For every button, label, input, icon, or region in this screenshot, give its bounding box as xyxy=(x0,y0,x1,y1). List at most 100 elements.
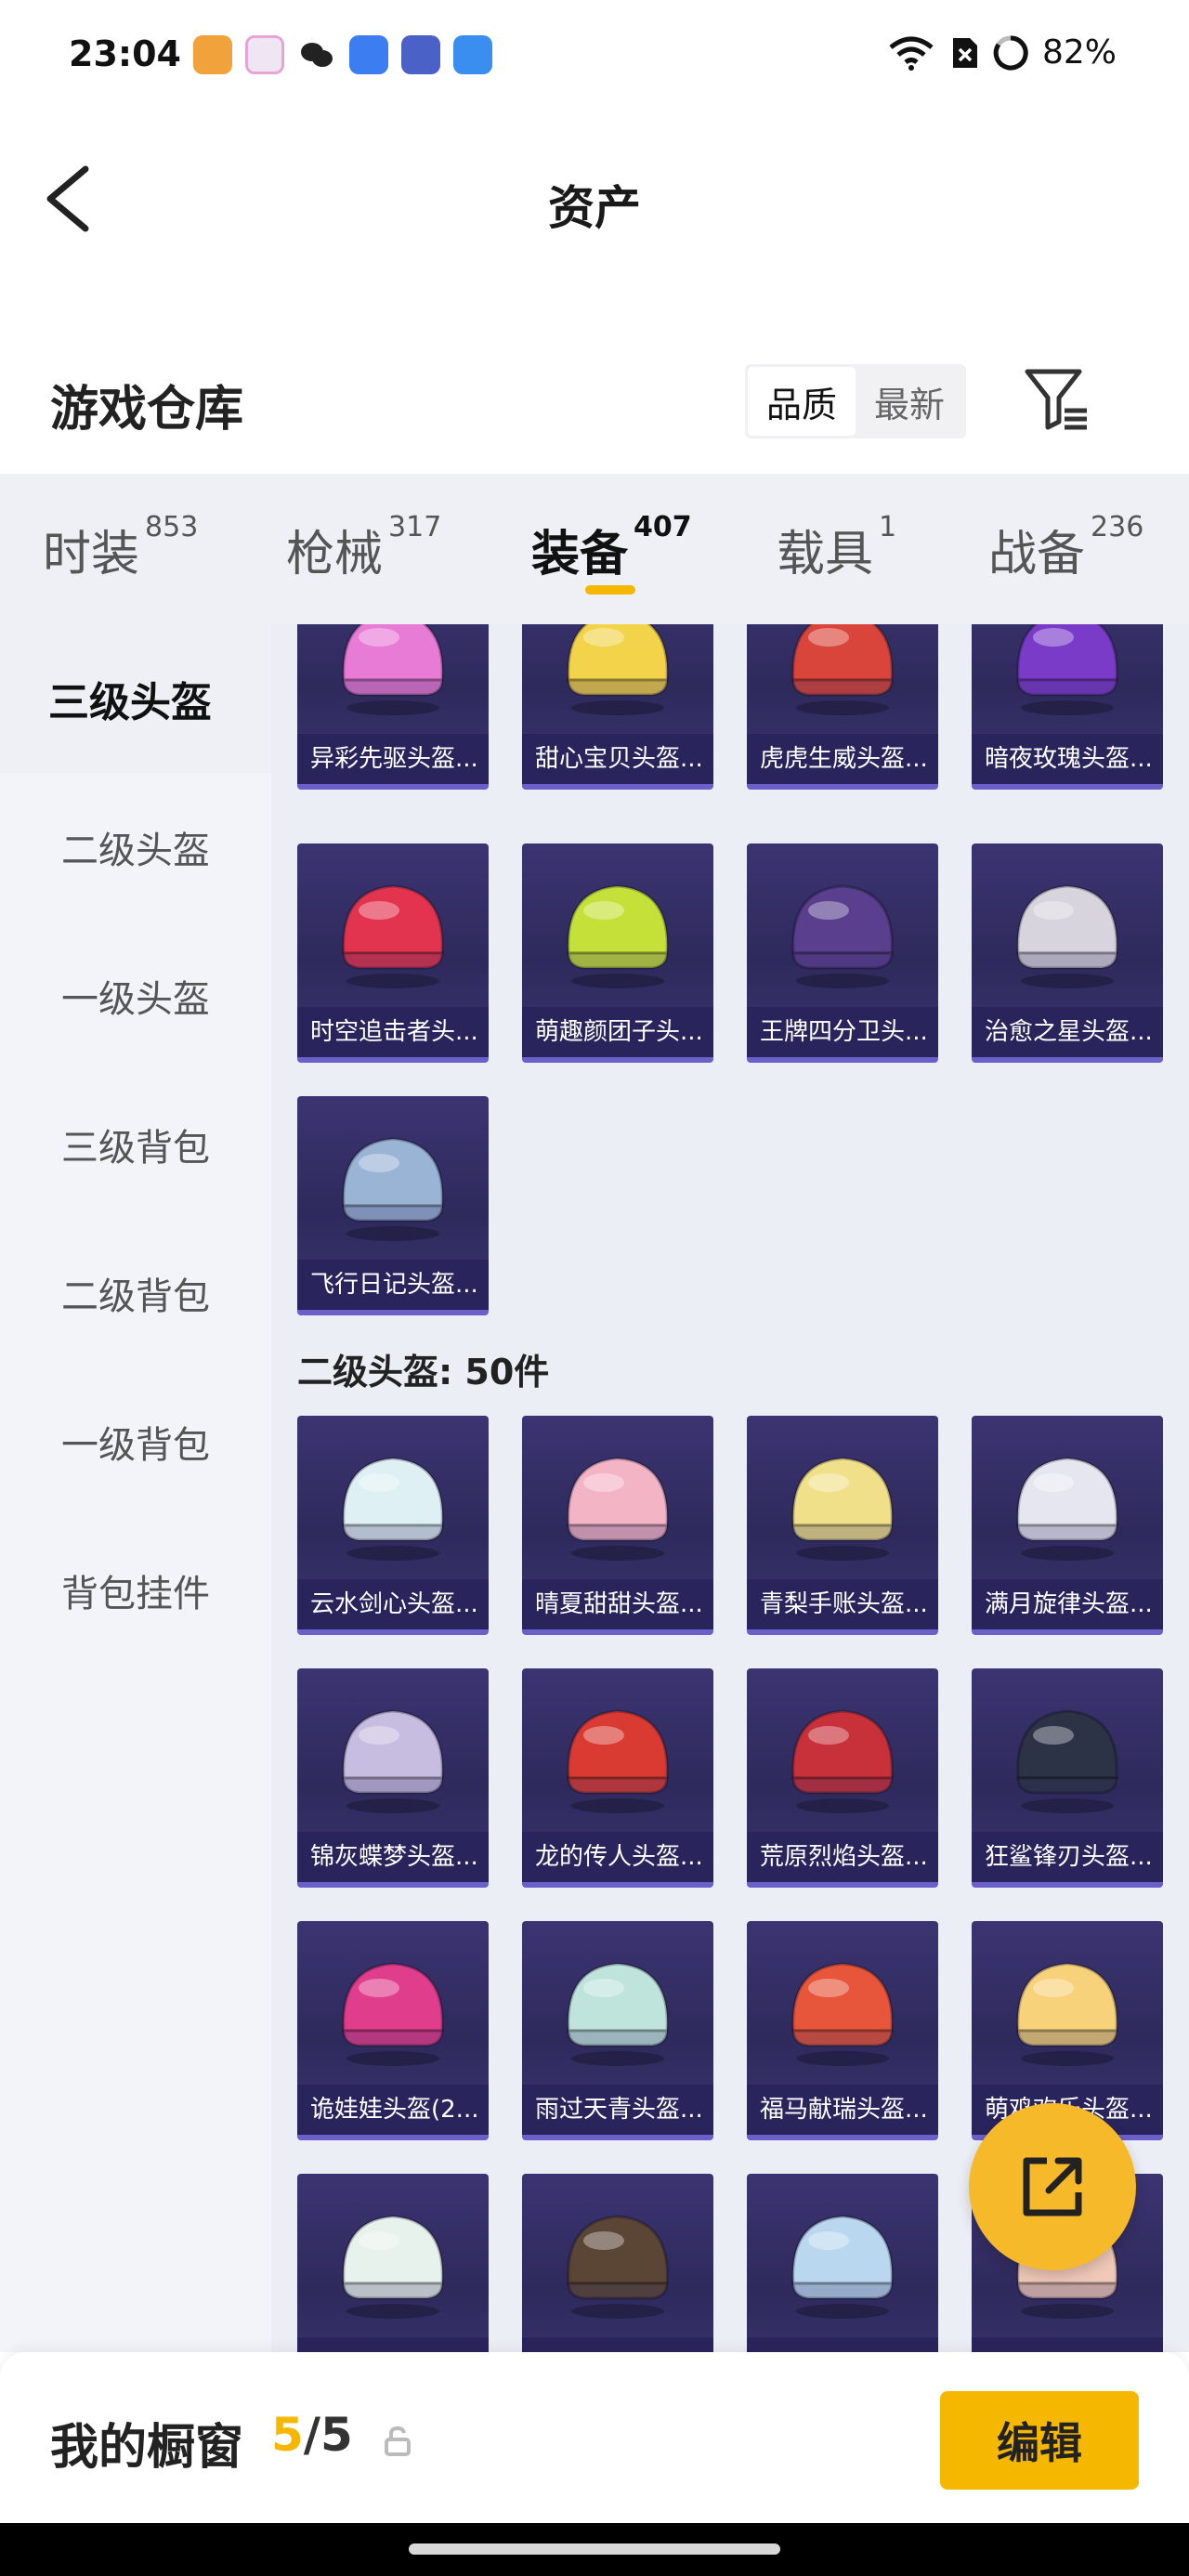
helmet-card[interactable]: 龙的传人头盔... xyxy=(522,1668,713,1888)
helmet-icon xyxy=(791,2215,894,2319)
filter-icon[interactable] xyxy=(1022,364,1092,435)
page-header: 资产 xyxy=(0,111,1189,288)
warehouse-header: 游戏仓库 品质 最新 xyxy=(0,344,1189,474)
helmet-name: 时空追击者头... xyxy=(297,1007,489,1057)
helmet-icon xyxy=(1016,884,1118,988)
helmet-card[interactable]: 治愈之星头盔... xyxy=(972,843,1163,1063)
sort-option-latest[interactable]: 最新 xyxy=(856,367,963,436)
lock-icon[interactable] xyxy=(381,2425,414,2458)
sort-option-quality[interactable]: 品质 xyxy=(748,367,856,436)
helmet-icon xyxy=(342,624,444,715)
tab-equipment[interactable]: 装备 407 xyxy=(531,511,692,584)
showcase-current: 5 xyxy=(271,2408,304,2462)
helmet-card[interactable] xyxy=(747,2174,938,2352)
helmet-card[interactable] xyxy=(297,2174,489,2352)
helmet-name: 锦灰蝶梦头盔... xyxy=(297,1832,489,1882)
sidebar-item-level1-helmet[interactable]: 一级头盔 xyxy=(0,922,271,1070)
helmet-icon xyxy=(567,2215,669,2319)
helmet-icon xyxy=(342,1457,444,1561)
helmet-name: 青梨手账头盔... xyxy=(747,1579,938,1629)
helmet-card[interactable]: 荒原烈焰头盔... xyxy=(747,1668,938,1888)
helmet-icon xyxy=(791,624,894,715)
helmet-name: 晴夏甜甜头盔... xyxy=(522,1579,713,1629)
equipment-subcategory-sidebar: 三级头盔 二级头盔 一级头盔 三级背包 二级背包 一级背包 背包挂件 xyxy=(0,624,271,2352)
helmet-card[interactable]: 飞行日记头盔... xyxy=(297,1096,489,1315)
helmet-card[interactable]: 福马献瑞头盔... xyxy=(747,1921,938,2140)
helmet-icon xyxy=(342,884,444,988)
tab-fashion[interactable]: 时装 853 xyxy=(43,511,198,584)
helmet-name: 雨过天青头盔... xyxy=(522,2085,713,2135)
helmet-icon xyxy=(791,1457,894,1561)
helmet-icon xyxy=(567,1457,669,1561)
wifi-icon xyxy=(889,36,934,71)
helmet-card[interactable]: 甜心宝贝头盔... xyxy=(522,624,713,790)
sidebar-item-level1-backpack[interactable]: 一级背包 xyxy=(0,1367,271,1516)
helmet-card[interactable]: 狂鲨锋刃头盔... xyxy=(972,1668,1163,1888)
helmet-icon xyxy=(1016,624,1118,715)
helmet-icon xyxy=(342,1962,444,2066)
tab-count: 1 xyxy=(879,511,897,543)
helmet-card[interactable]: 萌趣颜团子头... xyxy=(522,843,713,1063)
helmet-icon xyxy=(342,2215,444,2319)
helmet-icon xyxy=(1016,1962,1118,2066)
helmet-card[interactable]: 诡娃娃头盔(2... xyxy=(297,1921,489,2140)
tab-count: 317 xyxy=(388,511,442,543)
tab-supplies[interactable]: 战备 236 xyxy=(988,511,1143,584)
system-nav-bar xyxy=(0,2523,1189,2576)
helmet-icon xyxy=(791,1709,894,1813)
active-tab-indicator xyxy=(585,585,635,595)
helmet-card[interactable]: 晴夏甜甜头盔... xyxy=(522,1416,713,1635)
app-icon-game-2 xyxy=(401,35,440,74)
app-icon-game xyxy=(193,35,232,74)
helmet-icon xyxy=(1016,1457,1118,1561)
sidebar-item-level2-backpack[interactable]: 二级背包 xyxy=(0,1219,271,1367)
helmet-card[interactable]: 满月旋律头盔... xyxy=(972,1416,1163,1635)
sim-off-icon xyxy=(952,37,977,68)
helmet-name xyxy=(297,2337,489,2352)
share-button[interactable] xyxy=(969,2103,1136,2270)
helmet-icon xyxy=(567,624,669,715)
helmet-card[interactable]: 青梨手账头盔... xyxy=(747,1416,938,1635)
helmet-name: 萌趣颜团子头... xyxy=(522,1007,713,1057)
app-icon-game-3 xyxy=(453,35,492,74)
helmet-icon xyxy=(1016,1709,1118,1813)
showcase-bar: 我的橱窗 5/5 编辑 xyxy=(0,2352,1189,2523)
share-icon xyxy=(1023,2157,1082,2216)
home-indicator[interactable] xyxy=(409,2543,780,2555)
helmet-name: 诡娃娃头盔(2... xyxy=(297,2085,489,2135)
helmet-name xyxy=(522,2337,713,2352)
sidebar-item-level3-backpack[interactable]: 三级背包 xyxy=(0,1070,271,1219)
sidebar-item-level2-helmet[interactable]: 二级头盔 xyxy=(0,773,271,922)
helmet-name: 狂鲨锋刃头盔... xyxy=(972,1832,1163,1882)
helmet-card[interactable]: 时空追击者头... xyxy=(297,843,489,1063)
helmet-icon xyxy=(791,1962,894,2066)
helmet-card[interactable] xyxy=(522,2174,713,2352)
sidebar-item-backpack-pendant[interactable]: 背包挂件 xyxy=(0,1516,271,1665)
helmet-card[interactable]: 虎虎生威头盔... xyxy=(747,624,938,790)
helmet-card[interactable]: 云水剑心头盔... xyxy=(297,1416,489,1635)
status-time: 23:04 xyxy=(69,33,181,74)
edit-button[interactable]: 编辑 xyxy=(940,2391,1139,2490)
sidebar-item-level3-helmet[interactable]: 三级头盔 xyxy=(0,624,271,773)
page-title: 资产 xyxy=(548,181,641,235)
helmet-icon xyxy=(791,884,894,988)
helmet-name: 治愈之星头盔... xyxy=(972,1007,1163,1057)
tab-vehicles[interactable]: 载具 1 xyxy=(777,511,896,584)
helmet-name: 暗夜玫瑰头盔... xyxy=(972,734,1163,784)
battery-icon xyxy=(993,34,1028,70)
showcase-title: 我的橱窗 xyxy=(50,2420,244,2476)
helmet-card[interactable]: 锦灰蝶梦头盔... xyxy=(297,1668,489,1888)
helmet-icon xyxy=(567,884,669,988)
helmet-name: 云水剑心头盔... xyxy=(297,1579,489,1629)
helmet-icon xyxy=(567,1709,669,1813)
showcase-count: 5/5 xyxy=(271,2408,353,2462)
helmet-card[interactable]: 暗夜玫瑰头盔... xyxy=(972,624,1163,790)
tab-count: 236 xyxy=(1091,511,1144,543)
helmet-card[interactable]: 雨过天青头盔... xyxy=(522,1921,713,2140)
helmet-card[interactable]: 王牌四分卫头... xyxy=(747,843,938,1063)
status-bar: 23:04 82% xyxy=(0,0,1189,111)
tab-guns[interactable]: 枪械 317 xyxy=(286,511,441,584)
tab-label: 时装 xyxy=(43,527,140,582)
helmet-name: 龙的传人头盔... xyxy=(522,1832,713,1882)
helmet-card[interactable]: 异彩先驱头盔... xyxy=(297,624,489,790)
